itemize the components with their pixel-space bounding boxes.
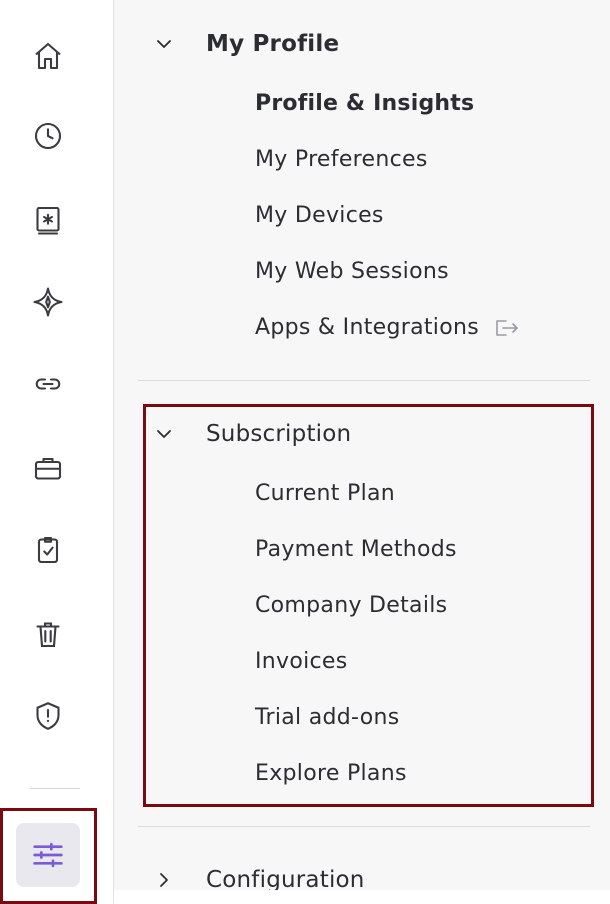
sparkle-icon[interactable] (24, 278, 72, 326)
nav-item-my-web-sessions[interactable]: My Web Sessions (255, 259, 449, 284)
clock-icon[interactable] (24, 112, 72, 160)
section-title: Subscription (206, 421, 352, 447)
section-title: My Profile (206, 31, 340, 57)
trash-icon[interactable] (24, 610, 72, 658)
chevron-down-icon (150, 420, 178, 448)
rail-divider (30, 788, 80, 789)
settings-nav-panel: My Profile Profile & Insights My Prefere… (114, 0, 610, 890)
section-divider (138, 826, 590, 827)
nav-item-apps-integrations[interactable]: Apps & Integrations (255, 315, 521, 340)
chevron-down-icon (150, 30, 178, 58)
nav-item-invoices[interactable]: Invoices (255, 649, 348, 674)
link-icon[interactable] (24, 360, 72, 408)
icon-rail (0, 0, 114, 904)
briefcase-icon[interactable] (24, 444, 72, 492)
section-my-profile[interactable]: My Profile (150, 30, 339, 58)
section-subscription[interactable]: Subscription (150, 420, 351, 448)
external-open-icon (493, 316, 521, 340)
nav-item-company-details[interactable]: Company Details (255, 593, 447, 618)
nav-item-profile-insights[interactable]: Profile & Insights (255, 91, 474, 116)
home-icon[interactable] (24, 32, 72, 80)
nav-item-my-devices[interactable]: My Devices (255, 203, 384, 228)
section-configuration[interactable]: Configuration (150, 866, 365, 890)
nav-item-explore-plans[interactable]: Explore Plans (255, 761, 407, 786)
nav-item-label: Apps & Integrations (255, 315, 479, 340)
clipboard-check-icon[interactable] (24, 526, 72, 574)
section-title: Configuration (206, 867, 365, 890)
nav-item-my-preferences[interactable]: My Preferences (255, 147, 428, 172)
sliders-icon[interactable] (16, 823, 80, 887)
nav-item-trial-add-ons[interactable]: Trial add-ons (255, 705, 399, 730)
nav-item-payment-methods[interactable]: Payment Methods (255, 537, 457, 562)
shield-alert-icon[interactable] (24, 692, 72, 740)
section-divider (138, 380, 590, 381)
vault-icon[interactable] (24, 196, 72, 244)
nav-item-current-plan[interactable]: Current Plan (255, 481, 395, 506)
chevron-right-icon (150, 866, 178, 890)
